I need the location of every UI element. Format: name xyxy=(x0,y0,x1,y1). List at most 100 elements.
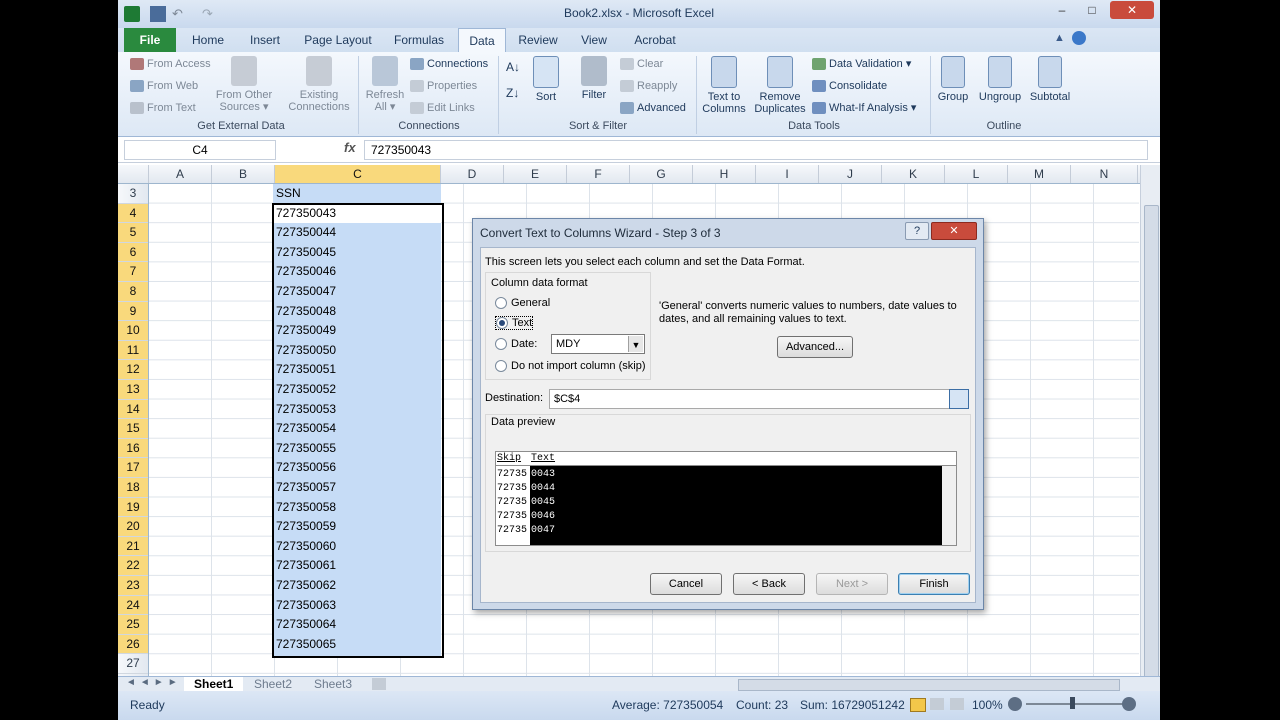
collapse-ribbon-icon[interactable]: ▲ xyxy=(1054,32,1065,44)
cell-c[interactable]: 727350065 xyxy=(276,635,436,655)
sheet-tab-1[interactable]: Sheet1 xyxy=(184,677,244,692)
row-header[interactable]: 18 xyxy=(118,478,148,498)
zoom-in-icon[interactable] xyxy=(1122,697,1136,711)
row-header[interactable]: 3 xyxy=(118,184,148,204)
cell-c[interactable]: 727350045 xyxy=(276,243,436,263)
column-header-c[interactable]: C xyxy=(275,165,441,183)
clear-filter-button[interactable]: Clear xyxy=(620,54,663,74)
cell-c[interactable]: 727350054 xyxy=(276,419,436,439)
sheet-tab-3[interactable]: Sheet3 xyxy=(304,677,362,692)
from-text-button[interactable]: From Text xyxy=(130,98,196,118)
column-header-h[interactable]: H xyxy=(693,165,756,183)
zoom-level[interactable]: 100% xyxy=(972,698,1003,712)
cell-c[interactable]: 727350049 xyxy=(276,321,436,341)
column-header-d[interactable]: D xyxy=(441,165,504,183)
preview-header-text[interactable]: Text xyxy=(531,453,555,464)
from-web-button[interactable]: From Web xyxy=(130,76,198,96)
row-header[interactable]: 24 xyxy=(118,595,148,616)
help-icon[interactable] xyxy=(1072,31,1086,45)
row-header[interactable]: 6 xyxy=(118,242,148,263)
radio-skip[interactable]: Do not import column (skip) xyxy=(495,360,646,373)
row-header[interactable]: 16 xyxy=(118,438,148,459)
cell-c[interactable]: 727350061 xyxy=(276,556,436,576)
formula-input[interactable]: 727350043 xyxy=(364,140,1148,160)
row-header[interactable]: 17 xyxy=(118,458,148,478)
refresh-all-button[interactable]: Refresh All ▾ xyxy=(362,56,408,113)
cell-c3-header[interactable]: SSN xyxy=(276,184,436,204)
column-header-i[interactable]: I xyxy=(756,165,819,183)
cell-c[interactable]: 727350063 xyxy=(276,596,436,616)
row-header[interactable]: 19 xyxy=(118,497,148,518)
zoom-out-icon[interactable] xyxy=(1008,697,1022,711)
row-header[interactable]: 11 xyxy=(118,340,148,361)
existing-connections-button[interactable]: Existing Connections xyxy=(284,56,354,113)
tab-data[interactable]: Data xyxy=(458,28,506,52)
ungroup-button[interactable]: Ungroup xyxy=(976,56,1024,103)
name-box[interactable]: C4 xyxy=(124,140,276,160)
advanced-button[interactable]: Advanced... xyxy=(777,336,853,358)
cell-c[interactable]: 727350044 xyxy=(276,223,436,243)
zoom-slider[interactable] xyxy=(1026,703,1124,705)
cell-c[interactable]: 727350052 xyxy=(276,380,436,400)
column-header-j[interactable]: J xyxy=(819,165,882,183)
row-header[interactable]: 5 xyxy=(118,223,148,243)
minimize-button[interactable]: – xyxy=(1048,1,1076,19)
properties-button[interactable]: Properties xyxy=(410,76,477,96)
text-to-columns-button[interactable]: Text to Columns xyxy=(700,56,748,115)
cell-c[interactable]: 727350043 xyxy=(276,204,436,224)
destination-input[interactable]: $C$4 xyxy=(549,389,959,409)
what-if-analysis-button[interactable]: What-If Analysis ▾ xyxy=(812,98,916,118)
horizontal-scrollbar[interactable] xyxy=(738,679,1120,691)
cell-c[interactable]: 727350059 xyxy=(276,517,436,537)
tab-review[interactable]: Review xyxy=(512,28,564,52)
cell-c[interactable]: 727350057 xyxy=(276,478,436,498)
reapply-button[interactable]: Reapply xyxy=(620,76,677,96)
row-header[interactable]: 21 xyxy=(118,536,148,557)
advanced-filter-button[interactable]: Advanced xyxy=(620,98,686,118)
data-preview[interactable]: Skip Text 72735 72735 72735 72735 72735 0043… xyxy=(495,451,957,546)
date-format-select[interactable]: MDY ▼ xyxy=(551,334,645,354)
radio-date[interactable]: Date: xyxy=(495,338,537,351)
vertical-scrollbar[interactable] xyxy=(1140,165,1160,697)
column-header-b[interactable]: B xyxy=(212,165,275,183)
column-header-l[interactable]: L xyxy=(945,165,1008,183)
tab-file[interactable]: File xyxy=(124,28,176,52)
cell-c[interactable]: 727350053 xyxy=(276,400,436,420)
row-header[interactable]: 22 xyxy=(118,556,148,576)
page-layout-view-icon[interactable] xyxy=(930,698,944,710)
cell-c[interactable]: 727350064 xyxy=(276,615,436,635)
subtotal-button[interactable]: Subtotal xyxy=(1026,56,1074,103)
cell-c[interactable]: 727350048 xyxy=(276,302,436,322)
row-header[interactable]: 26 xyxy=(118,634,148,655)
tab-page-layout[interactable]: Page Layout xyxy=(300,28,376,52)
collapse-dialog-icon[interactable] xyxy=(949,389,969,409)
row-header[interactable]: 27 xyxy=(118,654,148,674)
row-header[interactable]: 4 xyxy=(118,203,148,224)
cell-c[interactable]: 727350060 xyxy=(276,537,436,557)
filter-button[interactable]: Filter xyxy=(574,56,614,101)
sort-ascending-icon[interactable]: A↓ xyxy=(506,60,520,74)
row-header[interactable]: 9 xyxy=(118,301,148,322)
cell-c[interactable]: 727350062 xyxy=(276,576,436,596)
column-header-f[interactable]: F xyxy=(567,165,630,183)
preview-header-skip[interactable]: Skip xyxy=(497,453,521,464)
normal-view-icon[interactable] xyxy=(910,698,926,712)
radio-text[interactable]: Text xyxy=(495,316,534,331)
row-header[interactable]: 14 xyxy=(118,399,148,420)
cell-c[interactable]: 727350047 xyxy=(276,282,436,302)
from-other-sources-button[interactable]: From Other Sources ▾ xyxy=(212,56,276,113)
cancel-button[interactable]: Cancel xyxy=(650,573,722,595)
cell-c[interactable]: 727350046 xyxy=(276,262,436,282)
finish-button[interactable]: Finish xyxy=(898,573,970,595)
consolidate-button[interactable]: Consolidate xyxy=(812,76,887,96)
row-header[interactable]: 20 xyxy=(118,517,148,537)
column-header-e[interactable]: E xyxy=(504,165,567,183)
connections-button[interactable]: Connections xyxy=(410,54,488,74)
close-button[interactable]: ✕ xyxy=(1110,1,1154,19)
help-button[interactable]: ? xyxy=(905,222,929,240)
back-button[interactable]: < Back xyxy=(733,573,805,595)
group-button[interactable]: Group xyxy=(934,56,972,103)
remove-duplicates-button[interactable]: Remove Duplicates xyxy=(752,56,808,115)
data-validation-button[interactable]: Data Validation ▾ xyxy=(812,54,911,74)
cell-c[interactable]: 727350051 xyxy=(276,360,436,380)
